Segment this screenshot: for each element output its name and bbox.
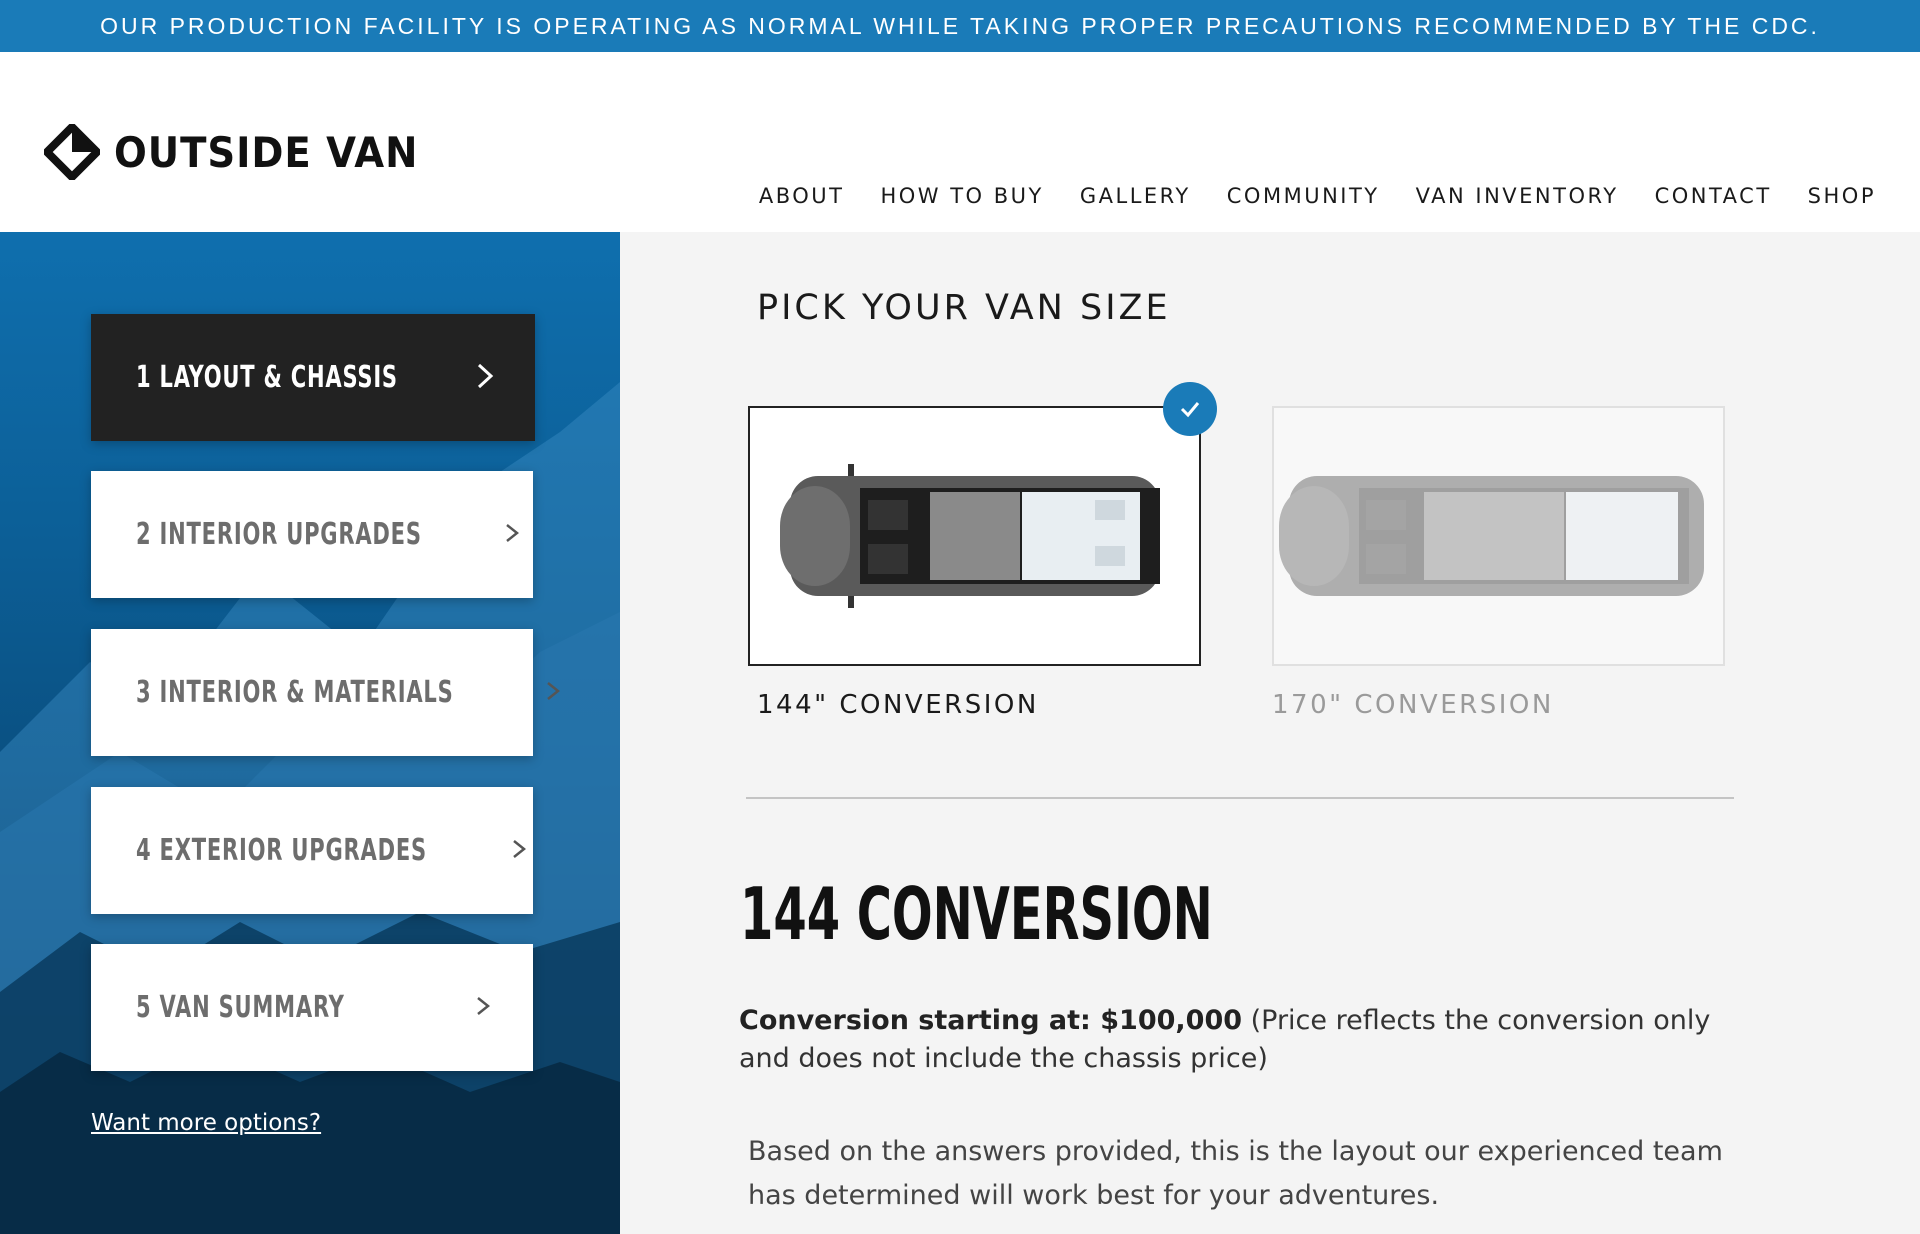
chevron-right-icon <box>509 834 529 868</box>
step-label: 4 EXTERIOR UPGRADES <box>136 833 427 868</box>
conversion-title: 144 CONVERSION <box>740 872 1213 956</box>
nav-van-inventory[interactable]: VAN INVENTORY <box>1416 184 1619 208</box>
main-nav: ABOUT HOW TO BUY GALLERY COMMUNITY VAN I… <box>759 184 1876 208</box>
option-label-170[interactable]: 170" CONVERSION <box>1272 690 1554 720</box>
option-card-144[interactable] <box>748 382 1217 666</box>
nav-how-to-buy[interactable]: HOW TO BUY <box>880 184 1043 208</box>
nav-gallery[interactable]: GALLERY <box>1080 184 1191 208</box>
brand-name: OUTSIDE VAN <box>114 127 419 177</box>
step-exterior-upgrades[interactable]: 4 EXTERIOR UPGRADES <box>91 787 533 914</box>
chevron-right-icon <box>543 676 563 710</box>
pick-size-heading: PICK YOUR VAN SIZE <box>757 288 1171 328</box>
option-label-144[interactable]: 144" CONVERSION <box>757 690 1039 720</box>
configurator-main: PICK YOUR VAN SIZE 144" CONVERSION 170" … <box>620 232 1920 1234</box>
step-label: 3 INTERIOR & MATERIALS <box>136 675 454 710</box>
section-divider <box>746 797 1734 799</box>
option-card-170[interactable] <box>1272 406 1725 666</box>
banner-text: OUR PRODUCTION FACILITY IS OPERATING AS … <box>100 12 1820 39</box>
nav-contact[interactable]: CONTACT <box>1655 184 1772 208</box>
announcement-banner: OUR PRODUCTION FACILITY IS OPERATING AS … <box>0 0 1920 52</box>
brand-logo[interactable]: OUTSIDE VAN <box>44 122 445 182</box>
chevron-right-icon <box>475 361 495 395</box>
price-label: Conversion starting at: $100,000 <box>739 1005 1243 1036</box>
step-interior-materials[interactable]: 3 INTERIOR & MATERIALS <box>91 629 561 756</box>
layout-description: Based on the answers provided, this is t… <box>748 1136 1723 1211</box>
step-van-summary[interactable]: 5 VAN SUMMARY <box>91 944 533 1071</box>
site-header: OUTSIDE VAN ABOUT HOW TO BUY GALLERY COM… <box>0 52 1920 232</box>
chevron-right-icon <box>502 518 522 552</box>
selected-check-icon <box>1163 382 1217 436</box>
diamond-logo-icon <box>44 124 100 180</box>
nav-shop[interactable]: SHOP <box>1808 184 1876 208</box>
price-text: Conversion starting at: $100,000 (Price … <box>739 1002 1739 1078</box>
nav-community[interactable]: COMMUNITY <box>1227 184 1380 208</box>
step-layout-chassis[interactable]: 1 LAYOUT & CHASSIS <box>91 314 535 441</box>
van-144-image <box>780 464 1160 608</box>
step-interior-upgrades[interactable]: 2 INTERIOR UPGRADES <box>91 471 533 598</box>
step-label: 2 INTERIOR UPGRADES <box>136 517 422 552</box>
step-label: 5 VAN SUMMARY <box>136 990 345 1025</box>
van-170-image <box>1279 476 1704 596</box>
configurator-sidebar: 1 LAYOUT & CHASSIS 2 INTERIOR UPGRADES 3… <box>0 232 620 1234</box>
step-label: 1 LAYOUT & CHASSIS <box>136 360 398 395</box>
more-options-link[interactable]: Want more options? <box>91 1110 321 1136</box>
chevron-right-icon <box>473 991 493 1025</box>
nav-about[interactable]: ABOUT <box>759 184 845 208</box>
